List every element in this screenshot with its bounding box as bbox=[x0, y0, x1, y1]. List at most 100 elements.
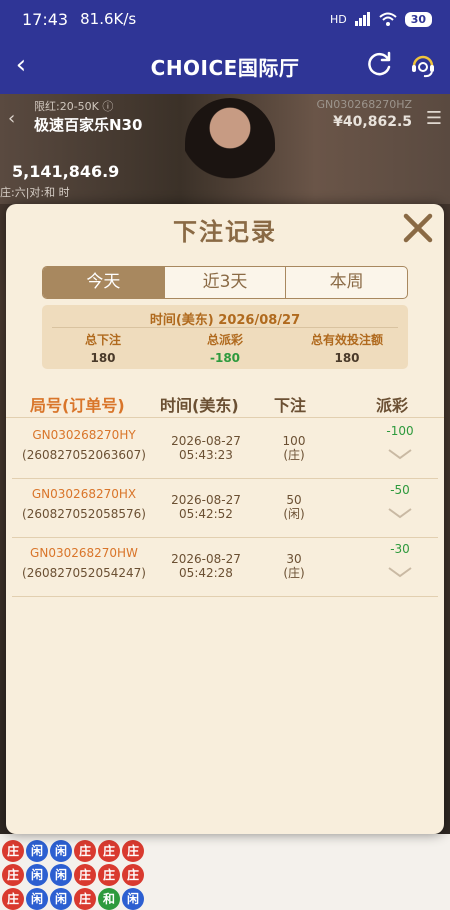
bet-history-modal: 下注记录 今天 近3天 本周 时间(美东) 2026/08/27 总下注 180… bbox=[6, 204, 444, 834]
round-id-cell: GN030268270HY (260827052063607) bbox=[12, 428, 156, 462]
column-time: 时间(美东) bbox=[160, 396, 239, 415]
bet-side: (庄) bbox=[283, 566, 305, 580]
bead-road-cell: 闲 bbox=[26, 888, 48, 910]
bead-road-cell: 庄 bbox=[98, 840, 120, 862]
bead-road-cell: 闲 bbox=[50, 888, 72, 910]
balance: ¥40,862.5 bbox=[333, 114, 412, 130]
round-id: GN030268270HW bbox=[30, 546, 138, 560]
order-id: (260827052063607) bbox=[22, 448, 146, 462]
app-header: ‹ CHOICE国际厅 bbox=[0, 38, 450, 94]
bead-road-cell: 庄 bbox=[2, 888, 24, 910]
total-payout-value: -180 bbox=[209, 351, 241, 365]
bet-time: 05:43:23 bbox=[179, 448, 233, 462]
payout-value: -100 bbox=[386, 424, 414, 438]
column-round-id: 局号(订单号) bbox=[30, 396, 125, 415]
bet-summary: 时间(美东) 2026/08/27 总下注 180 总派彩 -180 总有效投注… bbox=[42, 305, 408, 369]
total-bet-label: 总下注 bbox=[84, 333, 121, 347]
table-header: 局号(订单号) 时间(美东) 下注 派彩 bbox=[6, 390, 444, 418]
round-id: GN030268270HX bbox=[31, 487, 137, 501]
chevron-down-icon[interactable] bbox=[387, 507, 413, 519]
wifi-icon bbox=[379, 12, 397, 26]
payout-cell: -100 bbox=[370, 424, 430, 460]
time-cell: 2026-08-27 05:42:52 bbox=[156, 493, 256, 521]
bet-side: (庄) bbox=[283, 448, 305, 462]
back-arrow-icon[interactable]: ‹ bbox=[8, 108, 15, 129]
table-row[interactable]: GN030268270HW (260827052054247) 2026-08-… bbox=[12, 538, 438, 597]
order-id: (260827052058576) bbox=[22, 507, 146, 521]
payout-value: -50 bbox=[390, 483, 410, 497]
bead-road-cell: 庄 bbox=[74, 864, 96, 886]
status-bar: 17:43 81.6K/s HD 30 bbox=[0, 0, 450, 38]
bead-road-cell: 闲 bbox=[26, 864, 48, 886]
valid-bet-value: 180 bbox=[334, 351, 360, 365]
bet-date: 2026-08-27 bbox=[171, 552, 241, 566]
roadmap-summary: 庄:六|对:和 时 bbox=[0, 186, 70, 199]
bet-cell: 50 (闲) bbox=[264, 493, 324, 521]
bead-road-cell: 庄 bbox=[74, 888, 96, 910]
bet-amount: 30 bbox=[286, 552, 302, 566]
payout-value: -30 bbox=[390, 542, 410, 556]
live-video: ‹ 限红:20-50K ⓘ 极速百家乐N30 GN030268270HZ ¥40… bbox=[0, 94, 450, 204]
refresh-icon[interactable] bbox=[364, 50, 394, 80]
tab-today[interactable]: 今天 bbox=[43, 267, 165, 298]
table-id: GN030268270HZ bbox=[316, 98, 412, 111]
bead-road-cell: 闲 bbox=[50, 864, 72, 886]
network-type-icon: HD bbox=[329, 12, 347, 26]
status-icons: HD 30 bbox=[329, 11, 432, 27]
close-icon[interactable] bbox=[398, 208, 438, 248]
bead-road-cell: 庄 bbox=[2, 840, 24, 862]
time-cell: 2026-08-27 05:42:28 bbox=[156, 552, 256, 580]
bet-time: 05:42:28 bbox=[179, 566, 233, 580]
dealer-video bbox=[185, 98, 275, 198]
round-id-cell: GN030268270HW (260827052054247) bbox=[12, 546, 156, 580]
battery-icon: 30 bbox=[404, 11, 432, 27]
bead-road-cell: 庄 bbox=[74, 840, 96, 862]
valid-bet: 总有效投注额 180 bbox=[286, 331, 408, 365]
customer-service-icon[interactable] bbox=[408, 50, 438, 80]
total-bet: 总下注 180 bbox=[42, 331, 164, 365]
bet-time: 05:42:52 bbox=[179, 507, 233, 521]
valid-bet-label: 总有效投注额 bbox=[310, 333, 383, 347]
bet-side: (闲) bbox=[283, 507, 305, 521]
tab-this-week[interactable]: 本周 bbox=[286, 267, 407, 298]
pool-amount: 5,141,846.9 bbox=[12, 162, 120, 181]
bet-amount: 100 bbox=[282, 434, 306, 448]
table-name: 极速百家乐N30 bbox=[34, 116, 143, 134]
order-id: (260827052054247) bbox=[22, 566, 146, 580]
bet-cell: 30 (庄) bbox=[264, 552, 324, 580]
payout-cell: -50 bbox=[370, 483, 430, 519]
total-bet-value: 180 bbox=[90, 351, 116, 365]
bead-road-cell: 庄 bbox=[2, 864, 24, 886]
bead-road-cell: 庄 bbox=[122, 864, 144, 886]
table-row[interactable]: GN030268270HX (260827052058576) 2026-08-… bbox=[12, 479, 438, 538]
bet-date: 2026-08-27 bbox=[171, 434, 241, 448]
clock: 17:43 bbox=[22, 9, 69, 29]
bet-cell: 100 (庄) bbox=[264, 434, 324, 462]
bead-road-cell: 庄 bbox=[122, 840, 144, 862]
bead-road: 庄庄庄闲闲闲闲闲闲庄庄庄庄庄和庄庄闲 bbox=[0, 834, 450, 910]
bet-limit: 限红:20-50K ⓘ bbox=[34, 100, 114, 113]
time-cell: 2026-08-27 05:43:23 bbox=[156, 434, 256, 462]
modal-title: 下注记录 bbox=[173, 218, 277, 246]
back-button[interactable]: ‹ bbox=[4, 48, 38, 82]
bet-amount: 50 bbox=[286, 493, 302, 507]
bead-road-cell: 闲 bbox=[26, 840, 48, 862]
bead-road-cell: 庄 bbox=[98, 864, 120, 886]
bet-date: 2026-08-27 bbox=[171, 493, 241, 507]
round-id-cell: GN030268270HX (260827052058576) bbox=[12, 487, 156, 521]
chevron-down-icon[interactable] bbox=[387, 566, 413, 578]
divider bbox=[52, 327, 398, 328]
network-speed: 81.6K/s bbox=[80, 10, 137, 28]
date-range-tabs: 今天 近3天 本周 bbox=[42, 266, 408, 299]
menu-icon[interactable]: ☰ bbox=[426, 108, 442, 129]
table-row[interactable]: GN030268270HY (260827052063607) 2026-08-… bbox=[12, 420, 438, 479]
bead-road-cell: 闲 bbox=[122, 888, 144, 910]
payout-cell: -30 bbox=[370, 542, 430, 578]
page-title: CHOICE国际厅 bbox=[150, 55, 300, 80]
bead-road-cell: 和 bbox=[98, 888, 120, 910]
summary-date: 时间(美东) 2026/08/27 bbox=[149, 313, 301, 328]
tab-last-3-days[interactable]: 近3天 bbox=[165, 267, 287, 298]
chevron-down-icon[interactable] bbox=[387, 448, 413, 460]
column-bet: 下注 bbox=[274, 396, 307, 415]
round-id: GN030268270HY bbox=[32, 428, 136, 442]
